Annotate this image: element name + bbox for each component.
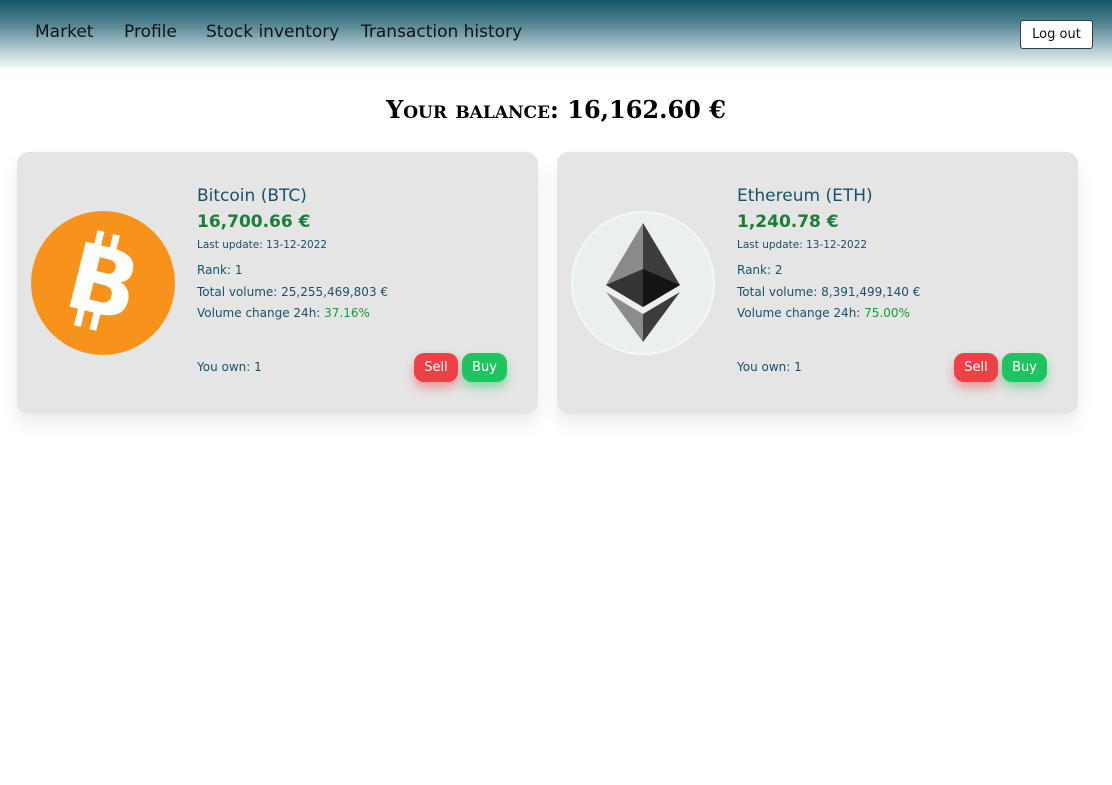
coin-volume-change: Volume change 24h: 37.16%	[197, 306, 370, 320]
buy-button[interactable]: Buy	[462, 353, 507, 382]
balance-heading: Your balance: 16,162.60 €	[0, 95, 1112, 124]
ethereum-logo-icon	[571, 211, 715, 355]
nav-transaction-history[interactable]: Transaction history	[361, 22, 522, 42]
top-navbar: Market Profile Stock inventory Transacti…	[0, 0, 1112, 68]
nav-stock-inventory[interactable]: Stock inventory	[206, 22, 339, 42]
bitcoin-logo-icon: B	[31, 211, 175, 355]
coin-rank: Rank: 2	[737, 263, 783, 277]
nav-market[interactable]: Market	[35, 22, 93, 42]
coin-owned: You own: 1	[737, 360, 802, 374]
coin-last-update: Last update: 13-12-2022	[197, 239, 328, 251]
coin-rank: Rank: 1	[197, 263, 243, 277]
coin-card-ethereum: Ethereum (ETH) 1,240.78 € Last update: 1…	[557, 152, 1078, 414]
coin-volume-change: Volume change 24h: 75.00%	[737, 306, 910, 320]
coin-name: Ethereum (ETH)	[737, 186, 873, 206]
coin-price: 16,700.66 €	[197, 212, 311, 232]
buy-button[interactable]: Buy	[1002, 353, 1047, 382]
balance-amount: 16,162.60 €	[567, 95, 726, 124]
volume-change-value: 75.00%	[864, 306, 910, 320]
logout-button[interactable]: Log out	[1020, 20, 1093, 49]
volume-change-value: 37.16%	[324, 306, 370, 320]
coin-total-volume: Total volume: 25,255,469,803 €	[197, 285, 389, 299]
volume-change-label: Volume change 24h:	[737, 306, 861, 320]
coin-last-update: Last update: 13-12-2022	[737, 239, 868, 251]
coin-price: 1,240.78 €	[737, 212, 839, 232]
coin-owned: You own: 1	[197, 360, 262, 374]
sell-button[interactable]: Sell	[954, 353, 998, 382]
coin-total-volume: Total volume: 8,391,499,140 €	[737, 285, 921, 299]
volume-change-label: Volume change 24h:	[197, 306, 321, 320]
coin-name: Bitcoin (BTC)	[197, 186, 307, 206]
coin-card-bitcoin: B Bitcoin (BTC) 16,700.66 € Last update:…	[17, 152, 538, 414]
balance-label: Your balance:	[386, 95, 559, 124]
sell-button[interactable]: Sell	[414, 353, 458, 382]
nav-profile[interactable]: Profile	[124, 22, 177, 42]
